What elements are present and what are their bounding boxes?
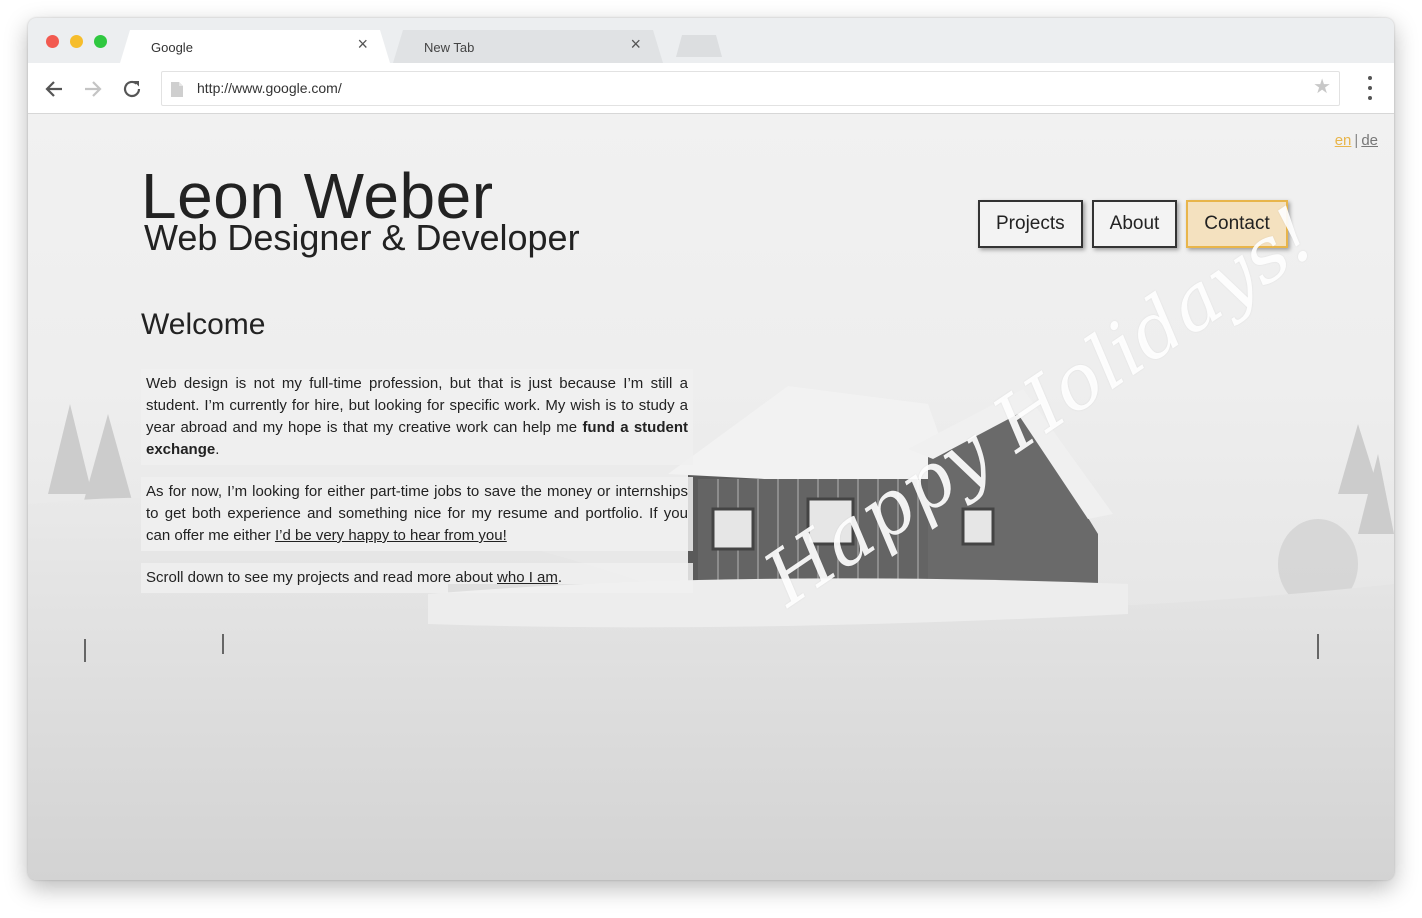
tab-new-tab[interactable]: New Tab ×	[393, 30, 663, 63]
url-text[interactable]: http://www.google.com/	[197, 80, 342, 96]
intro-period: .	[215, 441, 220, 458]
window-controls	[46, 35, 107, 48]
scroll-period: .	[557, 569, 563, 586]
tab-title: Google	[151, 40, 193, 55]
lang-separator: |	[1354, 132, 1359, 149]
bookmark-star-icon[interactable]: ★	[1313, 77, 1331, 97]
tab-google[interactable]: Google ×	[120, 30, 390, 63]
page-icon	[170, 81, 184, 103]
tab-close-icon[interactable]: ×	[630, 35, 641, 53]
jobs-paragraph: As for now, I’m looking for either part-…	[141, 477, 693, 551]
welcome-heading: Welcome	[141, 308, 266, 341]
tab-title: New Tab	[424, 40, 475, 55]
language-switch: en | de	[1335, 132, 1378, 149]
new-tab-button[interactable]	[676, 35, 722, 57]
lang-de-link[interactable]: de	[1361, 132, 1378, 149]
who-i-am-link[interactable]: who I am	[497, 569, 558, 586]
site-subtitle: Web Designer & Developer	[144, 217, 580, 258]
scroll-text: Scroll down to see my projects and read …	[146, 569, 498, 586]
browser-menu-icon[interactable]	[1366, 76, 1374, 100]
reload-icon[interactable]	[120, 77, 144, 101]
forward-icon[interactable]	[81, 77, 105, 101]
close-window-button[interactable]	[46, 35, 59, 48]
browser-window: Google × New Tab × http://www.google.com…	[28, 18, 1394, 880]
nav-projects-button[interactable]: Projects	[978, 200, 1083, 248]
nav-about-button[interactable]: About	[1091, 200, 1178, 248]
address-bar[interactable]: http://www.google.com/ ★	[161, 71, 1340, 106]
scroll-paragraph: Scroll down to see my projects and read …	[141, 563, 693, 593]
lang-en-link[interactable]: en	[1335, 132, 1352, 149]
back-icon[interactable]	[42, 77, 66, 101]
intro-paragraph: Web design is not my full-time professio…	[141, 369, 693, 465]
maximize-window-button[interactable]	[94, 35, 107, 48]
minimize-window-button[interactable]	[70, 35, 83, 48]
contact-link[interactable]: I’d be very happy to hear from you!	[275, 527, 507, 544]
page-content: en | de Leon Weber Web Designer & Develope…	[28, 114, 1394, 880]
tab-close-icon[interactable]: ×	[357, 35, 368, 53]
tab-bar: Google × New Tab ×	[28, 18, 1394, 63]
address-toolbar: http://www.google.com/ ★	[28, 63, 1394, 114]
